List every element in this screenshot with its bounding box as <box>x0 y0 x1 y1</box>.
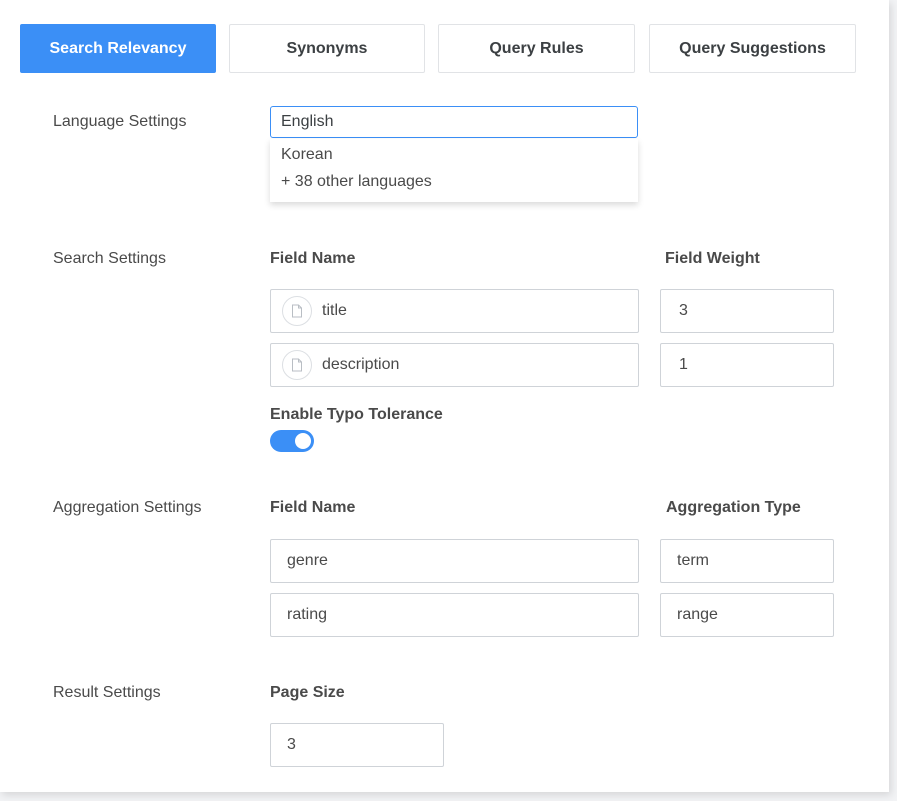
aggregation-type-value: range <box>677 606 718 623</box>
toggle-knob <box>295 433 311 449</box>
language-option-korean[interactable]: Korean <box>281 146 333 164</box>
document-icon <box>282 350 312 380</box>
search-field-weight-value: 3 <box>679 302 688 319</box>
search-field-description-input[interactable]: description <box>270 343 639 387</box>
aggregation-type-rating-input[interactable]: range <box>660 593 834 637</box>
language-dropdown: Korean + 38 other languages <box>270 139 638 202</box>
language-settings-label: Language Settings <box>53 113 187 130</box>
search-field-title-input[interactable]: title <box>270 289 639 333</box>
language-selected-value: English <box>281 113 334 130</box>
search-settings-label: Search Settings <box>53 250 166 267</box>
aggregation-type-genre-input[interactable]: term <box>660 539 834 583</box>
result-settings-label: Result Settings <box>53 684 161 701</box>
page-size-value: 3 <box>287 736 296 753</box>
tab-query-rules[interactable]: Query Rules <box>438 24 635 73</box>
search-field-title-weight-input[interactable]: 3 <box>660 289 834 333</box>
typo-tolerance-label: Enable Typo Tolerance <box>270 406 443 423</box>
search-field-name-value: description <box>322 356 400 373</box>
page-size-input[interactable]: 3 <box>270 723 444 767</box>
aggregation-type-header: Aggregation Type <box>666 499 801 516</box>
aggregation-type-value: term <box>677 552 709 569</box>
search-field-weight-value: 1 <box>679 356 688 373</box>
search-field-name-header: Field Name <box>270 250 356 267</box>
typo-tolerance-toggle[interactable] <box>270 430 314 452</box>
settings-panel: Search Relevancy Synonyms Query Rules Qu… <box>0 0 889 792</box>
search-field-weight-header: Field Weight <box>665 250 760 267</box>
tab-query-suggestions[interactable]: Query Suggestions <box>649 24 856 73</box>
aggregation-field-name-value: genre <box>287 552 328 569</box>
page-size-header: Page Size <box>270 684 345 701</box>
aggregation-field-rating-input[interactable]: rating <box>270 593 639 637</box>
tab-synonyms[interactable]: Synonyms <box>229 24 425 73</box>
document-icon <box>282 296 312 326</box>
aggregation-field-name-value: rating <box>287 606 328 623</box>
aggregation-settings-label: Aggregation Settings <box>53 499 202 516</box>
language-option-more[interactable]: + 38 other languages <box>281 173 432 191</box>
aggregation-field-name-header: Field Name <box>270 499 356 516</box>
search-field-description-weight-input[interactable]: 1 <box>660 343 834 387</box>
search-field-name-value: title <box>322 302 347 319</box>
language-select[interactable]: English <box>270 106 638 138</box>
aggregation-field-genre-input[interactable]: genre <box>270 539 639 583</box>
tab-search-relevancy[interactable]: Search Relevancy <box>20 24 216 73</box>
